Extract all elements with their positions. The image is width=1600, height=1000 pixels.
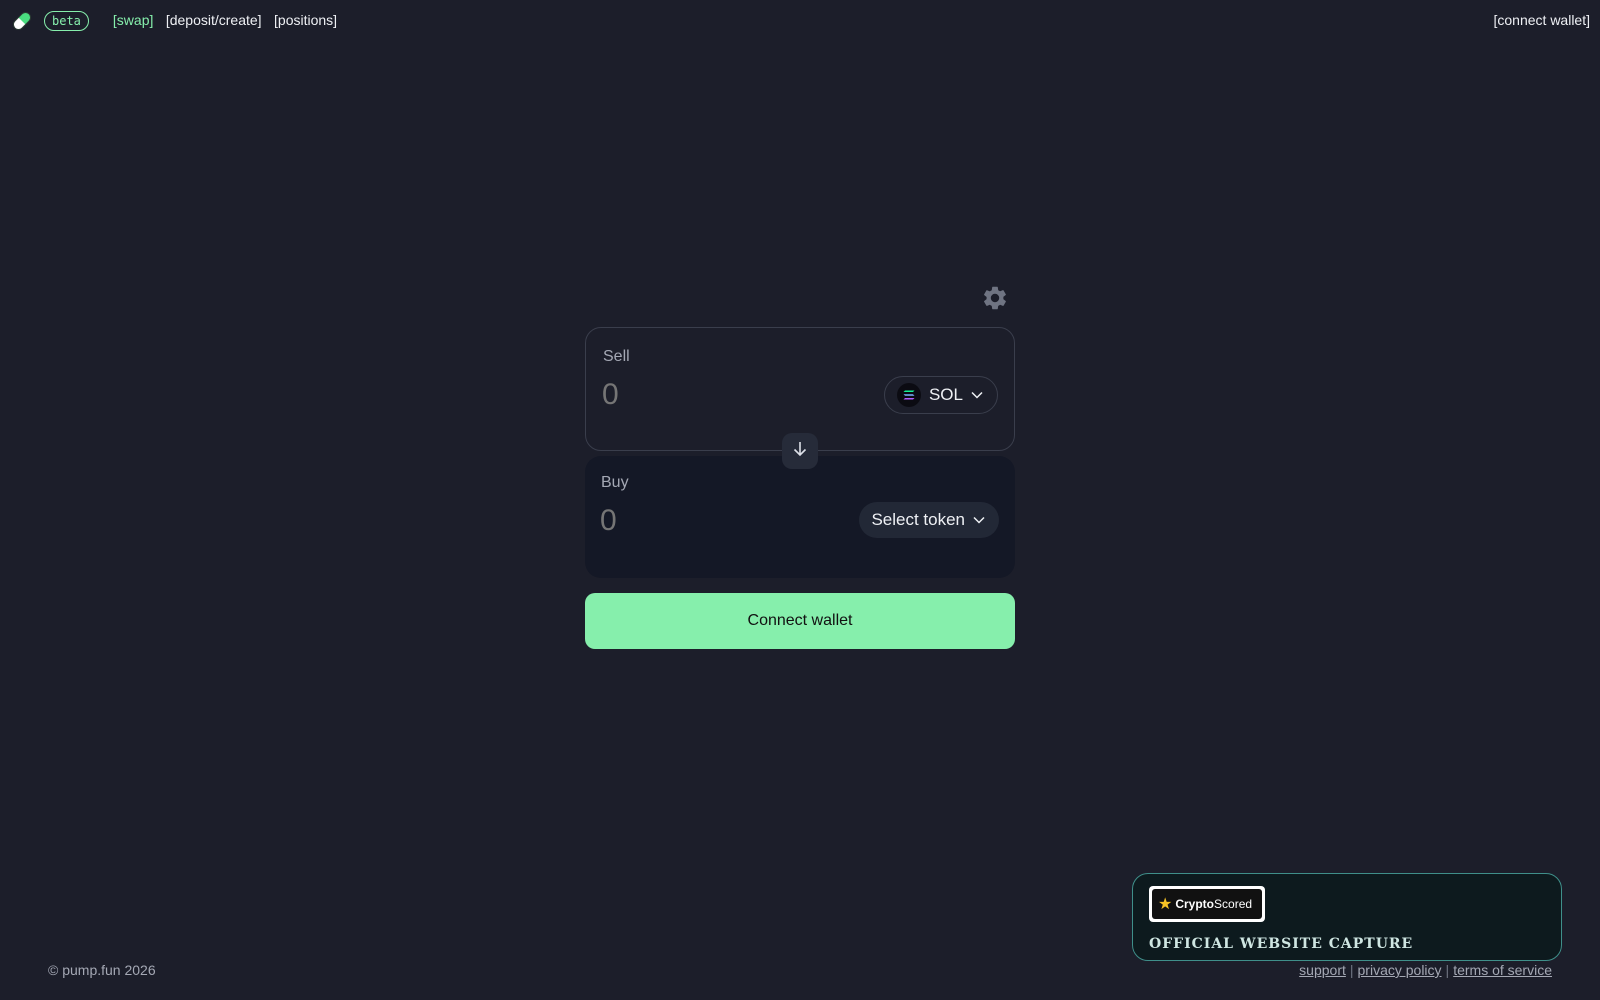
nav-deposit-create[interactable]: [deposit/create] bbox=[166, 12, 262, 28]
buy-amount-input[interactable] bbox=[600, 504, 800, 538]
connect-wallet-button[interactable]: Connect wallet bbox=[585, 593, 1015, 649]
swap-direction-button[interactable] bbox=[782, 433, 818, 469]
arrow-down-icon bbox=[793, 441, 807, 462]
logo-text-rest: Scored bbox=[1214, 897, 1253, 911]
chevron-down-icon bbox=[971, 386, 983, 404]
support-link[interactable]: support bbox=[1299, 962, 1346, 978]
logo-text-bold: Crypto bbox=[1175, 897, 1215, 911]
nav-swap[interactable]: [swap] bbox=[113, 12, 153, 28]
copyright-text: © pump.fun 2026 bbox=[48, 962, 156, 978]
sell-token-symbol: SOL bbox=[928, 385, 963, 404]
privacy-policy-link[interactable]: privacy policy bbox=[1358, 962, 1442, 978]
terms-of-service-link[interactable]: terms of service bbox=[1453, 962, 1552, 978]
footer-links: support | privacy policy | terms of service bbox=[1299, 962, 1552, 978]
settings-gear-icon[interactable] bbox=[981, 284, 1009, 312]
connect-wallet-link[interactable]: [connect wallet] bbox=[1494, 12, 1591, 28]
main-nav: [swap] [deposit/create] [positions] bbox=[113, 12, 345, 30]
select-token-label: Select token bbox=[871, 510, 965, 529]
solana-icon bbox=[896, 383, 921, 407]
capture-caption: OFFICIAL WEBSITE CAPTURE bbox=[1149, 936, 1414, 952]
select-token-button[interactable]: Select token bbox=[859, 502, 999, 538]
top-bar: beta [swap] [deposit/create] [positions]… bbox=[0, 0, 1600, 42]
cryptoscored-logo: ★ Crypto Scored bbox=[1149, 886, 1265, 922]
buy-panel: Buy Select token bbox=[585, 456, 1015, 578]
pill-logo-icon[interactable] bbox=[10, 9, 34, 33]
sell-label: Sell bbox=[603, 348, 630, 365]
buy-label: Buy bbox=[601, 474, 629, 491]
divider: | bbox=[1445, 962, 1450, 978]
sell-amount-input[interactable] bbox=[602, 378, 802, 412]
website-capture-badge: ★ Crypto Scored OFFICIAL WEBSITE CAPTURE bbox=[1132, 873, 1562, 961]
nav-positions[interactable]: [positions] bbox=[274, 12, 337, 28]
chevron-down-icon bbox=[973, 511, 985, 529]
star-icon: ★ bbox=[1158, 896, 1173, 913]
sell-token-selector[interactable]: SOL bbox=[883, 376, 998, 414]
divider: | bbox=[1349, 962, 1354, 978]
beta-badge: beta bbox=[44, 11, 89, 31]
